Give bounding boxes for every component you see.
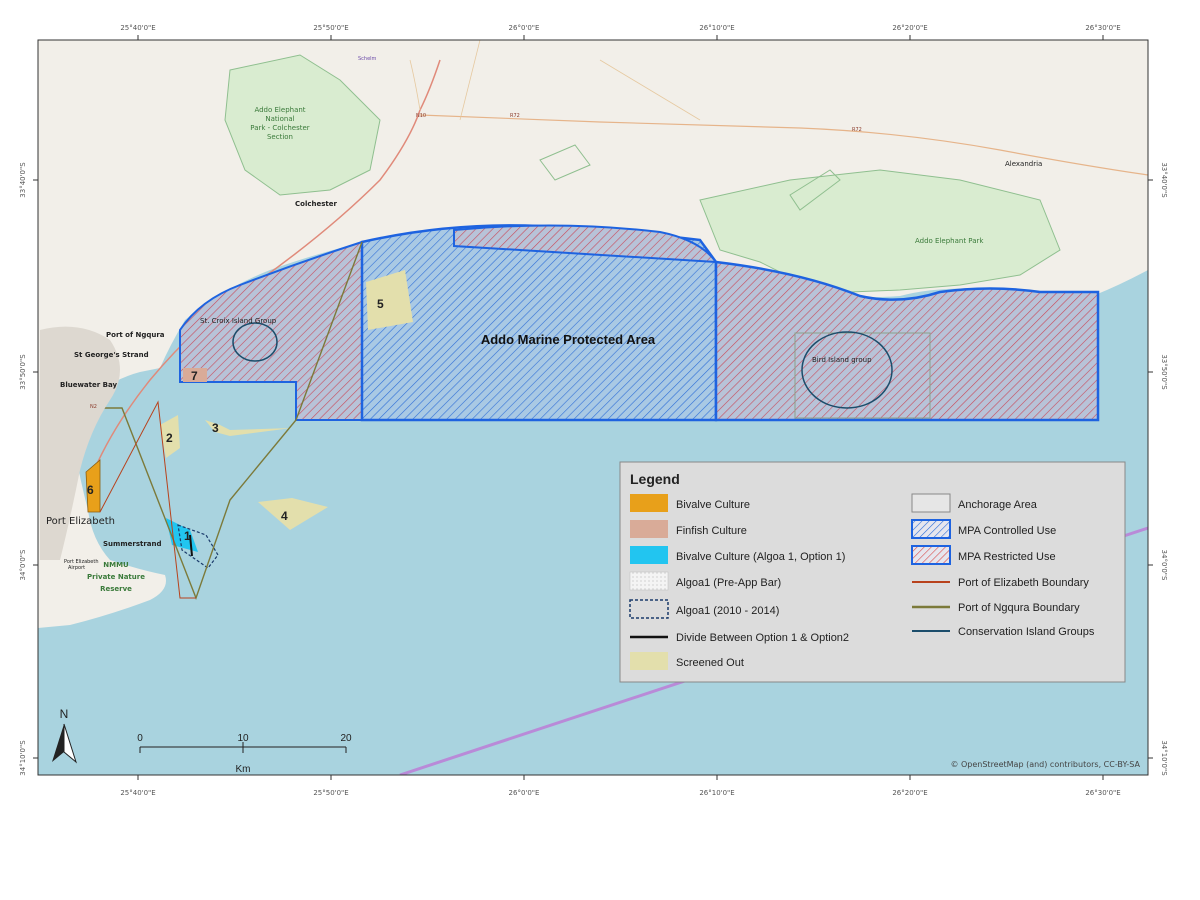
legend-item-ngqura-boundary: Port of Ngqura Boundary xyxy=(958,602,1080,614)
svg-text:Private Nature: Private Nature xyxy=(87,573,145,581)
legend-swatch-screened xyxy=(630,652,668,670)
legend-item-algoa-2010: Algoa1 (2010 - 2014) xyxy=(676,605,779,617)
label-colchester: Colchester xyxy=(295,200,337,208)
left-tick-label: 34°10'0"S xyxy=(19,740,27,776)
left-tick-label: 34°0'0"S xyxy=(19,549,27,580)
bottom-tick-label: 26°20'0"E xyxy=(892,789,927,797)
label-summerstrand: Summerstrand xyxy=(103,540,162,548)
legend-swatch-algoa-preapp xyxy=(629,571,669,591)
site-number-7: 7 xyxy=(191,369,198,383)
label-st-georges-strand: St George's Strand xyxy=(74,351,149,359)
legend-item-bivalve: Bivalve Culture xyxy=(676,499,750,511)
label-schelm: Schelm xyxy=(358,56,377,62)
svg-text:Park - Colchester: Park - Colchester xyxy=(250,124,310,132)
scale-tick-10: 10 xyxy=(237,733,249,744)
left-tick-label: 33°40'0"S xyxy=(19,162,27,198)
legend-item-mpa-controlled: MPA Controlled Use xyxy=(958,525,1056,537)
road-label-n10: N10 xyxy=(416,113,426,119)
label-nmmu-3: Reserve xyxy=(100,585,132,593)
label-addo-elephant-park: Addo Elephant Park xyxy=(915,237,984,245)
label-addo-mpa: Addo Marine Protected Area xyxy=(481,332,656,347)
road-label-r72-b: R72 xyxy=(852,127,862,133)
left-tick-label: 33°50'0"S xyxy=(19,354,27,390)
label-nmmu-1: NMMU xyxy=(103,561,129,569)
label-airport-2: Airport xyxy=(68,565,85,571)
site-number-6: 6 xyxy=(87,483,94,497)
legend-item-mpa-restricted: MPA Restricted Use xyxy=(958,551,1056,563)
legend-item-pe-boundary: Port of Elizabeth Boundary xyxy=(958,577,1089,589)
label-addo-colchester-2: National xyxy=(265,115,294,123)
bottom-tick-label: 25°40'0"E xyxy=(120,789,155,797)
svg-text:NMMU: NMMU xyxy=(103,561,129,569)
north-label: N xyxy=(60,707,69,721)
top-tick-label: 26°10'0"E xyxy=(699,24,734,32)
road-label-n2: N2 xyxy=(90,404,97,410)
site-number-1: 1 xyxy=(184,529,191,543)
scale-tick-0: 0 xyxy=(137,733,143,744)
legend-title: Legend xyxy=(630,471,680,487)
label-bluewater-bay: Bluewater Bay xyxy=(60,381,117,389)
right-tick-label: 34°10'0"S xyxy=(1160,740,1168,776)
legend-item-conservation: Conservation Island Groups xyxy=(958,626,1095,638)
label-addo-colchester-4: Section xyxy=(267,133,293,141)
map-figure: 25°40'0"E 25°50'0"E 26°0'0"E 26°10'0"E 26°20… xyxy=(19,24,1168,797)
site-number-4: 4 xyxy=(281,509,288,523)
legend-swatch-algoa-2010 xyxy=(629,599,669,619)
scale-unit: Km xyxy=(236,764,251,775)
bottom-tick-label: 26°0'0"E xyxy=(509,789,540,797)
legend-item-algoa-preapp: Algoa1 (Pre-App Bar) xyxy=(676,577,781,589)
bottom-tick-label: 26°10'0"E xyxy=(699,789,734,797)
top-tick-label: 26°20'0"E xyxy=(892,24,927,32)
label-alexandria: Alexandria xyxy=(1005,160,1042,168)
legend-item-screened: Screened Out xyxy=(676,657,744,669)
svg-text:Section: Section xyxy=(267,133,293,141)
svg-text:National: National xyxy=(265,115,294,123)
label-port-of-ngqura: Port of Ngqura xyxy=(106,331,165,339)
label-addo-colchester-3: Park - Colchester xyxy=(250,124,310,132)
bottom-tick-label: 26°30'0"E xyxy=(1085,789,1120,797)
legend-swatch-anchorage xyxy=(911,493,951,513)
legend-swatch-mpa-restricted xyxy=(911,545,951,565)
legend-item-divide: Divide Between Option 1 & Option2 xyxy=(676,632,849,644)
legend-swatch-bivalve xyxy=(630,494,668,512)
legend: Legend Bivalve Culture Finfish Culture B… xyxy=(619,461,1126,683)
legend-box xyxy=(619,461,1126,683)
svg-text:Airport: Airport xyxy=(68,565,85,571)
label-st-croix: St. Croix Island Group xyxy=(200,317,277,325)
label-addo-colchester-1: Addo Elephant xyxy=(254,106,305,114)
legend-swatch-mpa-controlled xyxy=(911,519,951,539)
legend-swatch-bivalve-algoa xyxy=(630,546,668,564)
legend-swatch-finfish xyxy=(630,520,668,538)
site-number-2: 2 xyxy=(166,431,173,445)
svg-text:Reserve: Reserve xyxy=(100,585,132,593)
right-tick-label: 33°50'0"S xyxy=(1160,354,1168,390)
road-label-r72-a: R72 xyxy=(510,113,520,119)
label-port-elizabeth: Port Elizabeth xyxy=(46,516,115,527)
map-credit: © OpenStreetMap (and) contributors, CC-B… xyxy=(950,760,1140,769)
legend-item-finfish: Finfish Culture xyxy=(676,525,747,537)
top-tick-label: 26°0'0"E xyxy=(509,24,540,32)
site-number-3: 3 xyxy=(212,421,219,435)
svg-text:Addo Elephant: Addo Elephant xyxy=(254,106,305,114)
top-tick-label: 26°30'0"E xyxy=(1085,24,1120,32)
legend-item-bivalve-algoa: Bivalve Culture (Algoa 1, Option 1) xyxy=(676,551,845,563)
bottom-tick-label: 25°50'0"E xyxy=(313,789,348,797)
site-number-5: 5 xyxy=(377,297,384,311)
right-tick-label: 34°0'0"S xyxy=(1160,550,1168,581)
top-tick-label: 25°50'0"E xyxy=(313,24,348,32)
legend-item-anchorage: Anchorage Area xyxy=(958,499,1038,511)
scale-tick-20: 20 xyxy=(340,733,352,744)
top-tick-label: 25°40'0"E xyxy=(120,24,155,32)
right-tick-label: 33°40'0"S xyxy=(1160,162,1168,198)
label-bird-island: Bird Island group xyxy=(812,356,872,364)
label-nmmu-2: Private Nature xyxy=(87,573,145,581)
